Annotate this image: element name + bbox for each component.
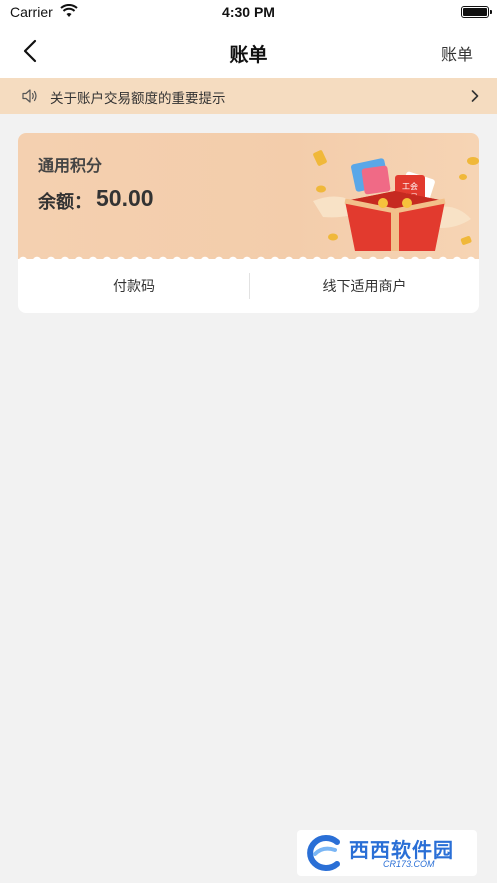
watermark-subtext: CR173.COM xyxy=(383,859,435,869)
card-actions: 付款码 线下适用商户 xyxy=(18,259,479,313)
notice-text: 关于账户交易额度的重要提示 xyxy=(50,91,226,107)
speaker-icon xyxy=(22,89,37,103)
coin-icon xyxy=(459,174,467,180)
back-arrow-icon[interactable] xyxy=(18,38,44,64)
balance-value: 50.00 xyxy=(96,185,154,211)
coin-icon xyxy=(467,157,479,165)
coin-icon xyxy=(316,185,326,193)
battery-icon xyxy=(461,6,492,18)
balance-label: 余额： xyxy=(38,192,92,213)
coin-icon xyxy=(328,233,338,241)
bill-button[interactable]: 账单 xyxy=(441,41,473,65)
status-time: 4:30 PM xyxy=(222,4,275,20)
status-bar: Carrier 4:30 PM xyxy=(0,0,497,26)
watermark: 西西软件园 CR173.COM xyxy=(297,830,477,876)
card-header: 通用积分 余额： 50.00 工会 会员 xyxy=(18,133,479,259)
pink-card xyxy=(361,165,391,195)
coin-icon xyxy=(402,198,412,208)
pay-code-button[interactable]: 付款码 xyxy=(18,259,250,313)
points-card: 通用积分 余额： 50.00 工会 会员 xyxy=(18,133,479,313)
nav-bar: 账单 账单 xyxy=(0,26,497,78)
card-title: 通用积分 xyxy=(38,156,103,175)
offline-merchants-button[interactable]: 线下适用商户 xyxy=(250,259,479,313)
page-title: 账单 xyxy=(229,44,268,66)
coin-icon xyxy=(460,236,472,245)
coin-icon xyxy=(378,198,388,208)
gift-box-illustration: 工会 会员 xyxy=(313,150,479,251)
member-card-text: 工会 xyxy=(402,181,418,191)
notice-banner[interactable]: 关于账户交易额度的重要提示 xyxy=(0,78,497,114)
watermark-logo-icon xyxy=(307,835,340,871)
chevron-right-icon xyxy=(471,90,479,102)
coin-icon xyxy=(313,150,327,166)
